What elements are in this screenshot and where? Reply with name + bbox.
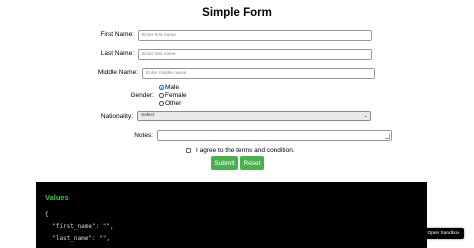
- open-sandbox-button[interactable]: Open Sandbox: [423, 228, 464, 239]
- page-title: Simple Form: [202, 7, 272, 19]
- gender-option-other[interactable]: Other: [159, 100, 181, 107]
- middle-name-label: Middle Name:: [97, 69, 138, 76]
- resize-handle-icon[interactable]: [385, 134, 390, 139]
- gender-option-female[interactable]: Female: [159, 92, 187, 99]
- nationality-select[interactable]: Select ⌄: [137, 111, 371, 121]
- notes-label: Notes:: [134, 132, 153, 139]
- values-title: Values: [45, 193, 69, 202]
- terms-label: I agree to the terms and condition.: [196, 146, 295, 154]
- radio-icon[interactable]: [159, 101, 164, 106]
- middle-name-input[interactable]: [142, 68, 375, 79]
- reset-button[interactable]: Reset: [240, 156, 264, 170]
- first-name-label: First Name:: [100, 31, 134, 38]
- terms-checkbox[interactable]: [186, 148, 191, 153]
- radio-selected-icon[interactable]: [159, 85, 164, 90]
- code-line: {: [45, 211, 49, 218]
- first-name-input[interactable]: [138, 30, 372, 41]
- last-name-input[interactable]: [138, 49, 372, 60]
- nationality-label: Nationality:: [100, 113, 133, 120]
- gender-option-label: Male: [165, 84, 180, 91]
- notes-textarea[interactable]: [157, 130, 392, 141]
- submit-button[interactable]: Submit: [211, 156, 238, 170]
- gender-label: Gender:: [130, 92, 155, 99]
- code-line: "last_name": "",: [45, 235, 111, 242]
- code-line: "first_name": "",: [45, 223, 114, 230]
- gender-option-male[interactable]: Male: [159, 84, 179, 91]
- gender-option-label: Other: [165, 100, 182, 107]
- values-panel: Values { "first_name": "", "last_name": …: [36, 182, 427, 248]
- gender-option-label: Female: [165, 92, 187, 99]
- chevron-down-icon: ⌄: [363, 112, 368, 119]
- radio-icon[interactable]: [159, 93, 164, 98]
- nationality-selected-value: Select: [141, 113, 155, 118]
- last-name-label: Last Name:: [100, 50, 134, 57]
